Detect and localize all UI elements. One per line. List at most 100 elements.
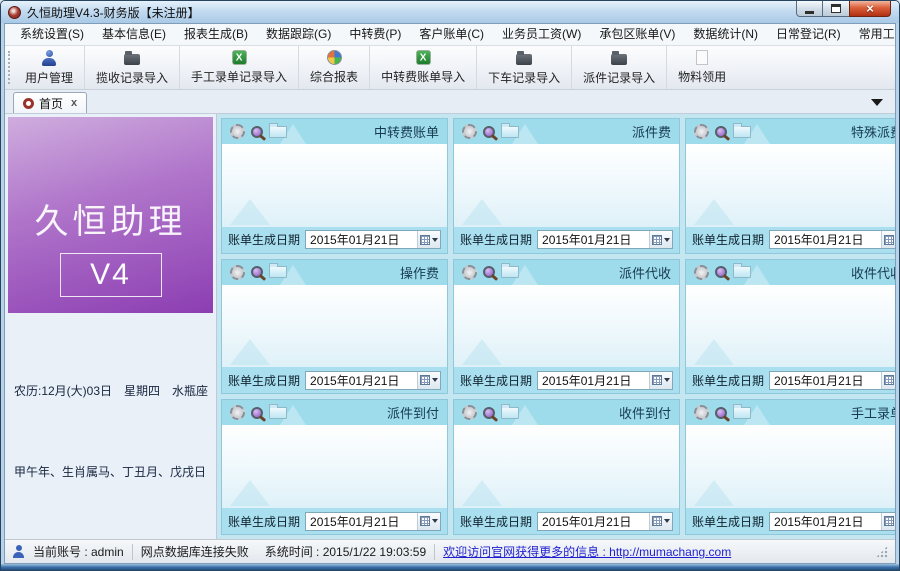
menu-item[interactable]: 报表生成(B) — [175, 24, 257, 45]
tab-list-dropdown-icon[interactable] — [871, 99, 883, 106]
window-title: 久恒助理V4.3-财务版【未注册】 — [27, 4, 200, 21]
toolbar-button[interactable]: 用户管理 — [14, 46, 84, 89]
panel-body — [222, 144, 447, 227]
folder-icon[interactable] — [269, 407, 287, 419]
bill-date-input[interactable]: 2015年01月21日 — [769, 230, 895, 249]
gear-icon[interactable] — [694, 405, 709, 420]
menu-item[interactable]: 业务员工资(W) — [493, 24, 590, 45]
folder-icon[interactable] — [501, 266, 519, 278]
status-db-connection: 网点数据库连接失败 — [141, 543, 249, 560]
gear-icon[interactable] — [230, 265, 245, 280]
toolbar: 用户管理 揽收记录导入 手工录单记录导入 综合报表 中转费账单导入 下车记录导入… — [5, 46, 895, 90]
folder-icon[interactable] — [269, 266, 287, 278]
dropdown-arrow-icon — [432, 238, 438, 242]
gear-icon[interactable] — [462, 265, 477, 280]
folder-icon[interactable] — [733, 126, 751, 138]
date-picker-button[interactable] — [417, 231, 440, 248]
date-picker-button[interactable] — [417, 513, 440, 530]
menu-item[interactable]: 系统设置(S) — [11, 24, 93, 45]
toolbar-button[interactable]: 综合报表 — [298, 46, 369, 89]
gear-icon[interactable] — [694, 124, 709, 139]
folder-icon[interactable] — [269, 126, 287, 138]
date-picker-button[interactable] — [881, 372, 895, 389]
toolbar-button-label: 派件记录导入 — [583, 69, 655, 86]
bill-date-input[interactable]: 2015年01月21日 — [305, 371, 441, 390]
menu-item[interactable]: 数据跟踪(G) — [257, 24, 340, 45]
toolbar-button[interactable]: 派件记录导入 — [571, 46, 666, 89]
panel-body — [686, 425, 895, 508]
toolbar-button[interactable]: 中转费账单导入 — [369, 46, 476, 89]
toolbar-button[interactable]: 揽收记录导入 — [84, 46, 179, 89]
bill-date-input[interactable]: 2015年01月21日 — [305, 512, 441, 531]
search-icon[interactable] — [715, 266, 727, 278]
menu-item[interactable]: 中转费(P) — [340, 24, 410, 45]
panel-footer: 账单生成日期 2015年01月21日 — [454, 227, 679, 253]
search-icon[interactable] — [715, 126, 727, 138]
gear-icon[interactable] — [694, 265, 709, 280]
menu-item[interactable]: 承包区账单(V) — [590, 24, 684, 45]
calendar-icon — [884, 235, 894, 245]
search-icon[interactable] — [483, 407, 495, 419]
panel: 操作费 账单生成日期 2015年01月21日 — [221, 259, 448, 395]
bill-date-label: 账单生成日期 — [692, 513, 764, 530]
search-icon[interactable] — [483, 126, 495, 138]
panel: 中转费账单 账单生成日期 2015年01月21日 — [221, 118, 448, 254]
toolbar-button[interactable]: 物料领用 — [666, 46, 737, 89]
gear-icon[interactable] — [230, 124, 245, 139]
maximize-button[interactable] — [823, 1, 849, 17]
bill-date-input[interactable]: 2015年01月21日 — [537, 512, 673, 531]
panel: 手工录单 账单生成日期 2015年01月21日 — [685, 399, 895, 535]
gear-icon[interactable] — [230, 405, 245, 420]
lunar-line2: 甲午年、生肖属马、丁丑月、戊戌日 — [14, 459, 207, 486]
minimize-button[interactable] — [796, 1, 823, 17]
official-site-link[interactable]: 欢迎访问官网获得更多的信息 : http://mumachang.com — [443, 543, 731, 560]
bill-date-input[interactable]: 2015年01月21日 — [305, 230, 441, 249]
menu-item[interactable]: 常用工具(T) — [850, 24, 896, 45]
menu-item[interactable]: 客户账单(C) — [410, 24, 493, 45]
bill-date-input[interactable]: 2015年01月21日 — [769, 371, 895, 390]
search-icon[interactable] — [251, 407, 263, 419]
resize-grip[interactable] — [876, 546, 888, 558]
date-picker-button[interactable] — [649, 513, 672, 530]
tab-close-icon[interactable]: x — [71, 97, 77, 109]
search-icon[interactable] — [715, 407, 727, 419]
status-separator — [132, 544, 133, 560]
folder-icon[interactable] — [733, 407, 751, 419]
toolbar-button[interactable]: 下车记录导入 — [476, 46, 571, 89]
search-icon[interactable] — [483, 266, 495, 278]
bill-date-value: 2015年01月21日 — [774, 372, 863, 389]
title-bar[interactable]: 久恒助理V4.3-财务版【未注册】 × — [1, 1, 899, 23]
bill-date-input[interactable]: 2015年01月21日 — [537, 371, 673, 390]
bill-date-value: 2015年01月21日 — [774, 231, 863, 248]
folder-icon[interactable] — [501, 126, 519, 138]
panel-title: 派件代收 — [619, 263, 671, 282]
search-icon[interactable] — [251, 126, 263, 138]
date-picker-button[interactable] — [649, 231, 672, 248]
panel-footer: 账单生成日期 2015年01月21日 — [222, 508, 447, 534]
panel-body — [454, 285, 679, 368]
folder-icon[interactable] — [733, 266, 751, 278]
menu-item[interactable]: 数据统计(N) — [684, 24, 767, 45]
date-picker-button[interactable] — [881, 513, 895, 530]
panel-body — [454, 144, 679, 227]
date-picker-button[interactable] — [881, 231, 895, 248]
gear-icon[interactable] — [462, 124, 477, 139]
search-icon[interactable] — [251, 266, 263, 278]
menu-item[interactable]: 日常登记(R) — [767, 24, 850, 45]
date-picker-button[interactable] — [417, 372, 440, 389]
status-bar: 当前账号 : admin 网点数据库连接失败 系统时间 : 2015/1/22 … — [5, 539, 895, 563]
panel-header: 操作费 — [222, 260, 447, 285]
bill-date-label: 账单生成日期 — [228, 231, 300, 248]
gear-icon[interactable] — [462, 405, 477, 420]
close-button[interactable]: × — [849, 1, 891, 17]
bill-date-input[interactable]: 2015年01月21日 — [537, 230, 673, 249]
panel-header: 中转费账单 — [222, 119, 447, 144]
folder-icon[interactable] — [501, 407, 519, 419]
toolbar-grip[interactable] — [8, 51, 12, 84]
date-picker-button[interactable] — [649, 372, 672, 389]
tab-home[interactable]: 首页 x — [13, 92, 87, 113]
toolbar-button[interactable]: 手工录单记录导入 — [179, 46, 298, 89]
bill-date-input[interactable]: 2015年01月21日 — [769, 512, 895, 531]
menu-item[interactable]: 基本信息(E) — [93, 24, 175, 45]
panel-title: 派件到付 — [387, 403, 439, 422]
